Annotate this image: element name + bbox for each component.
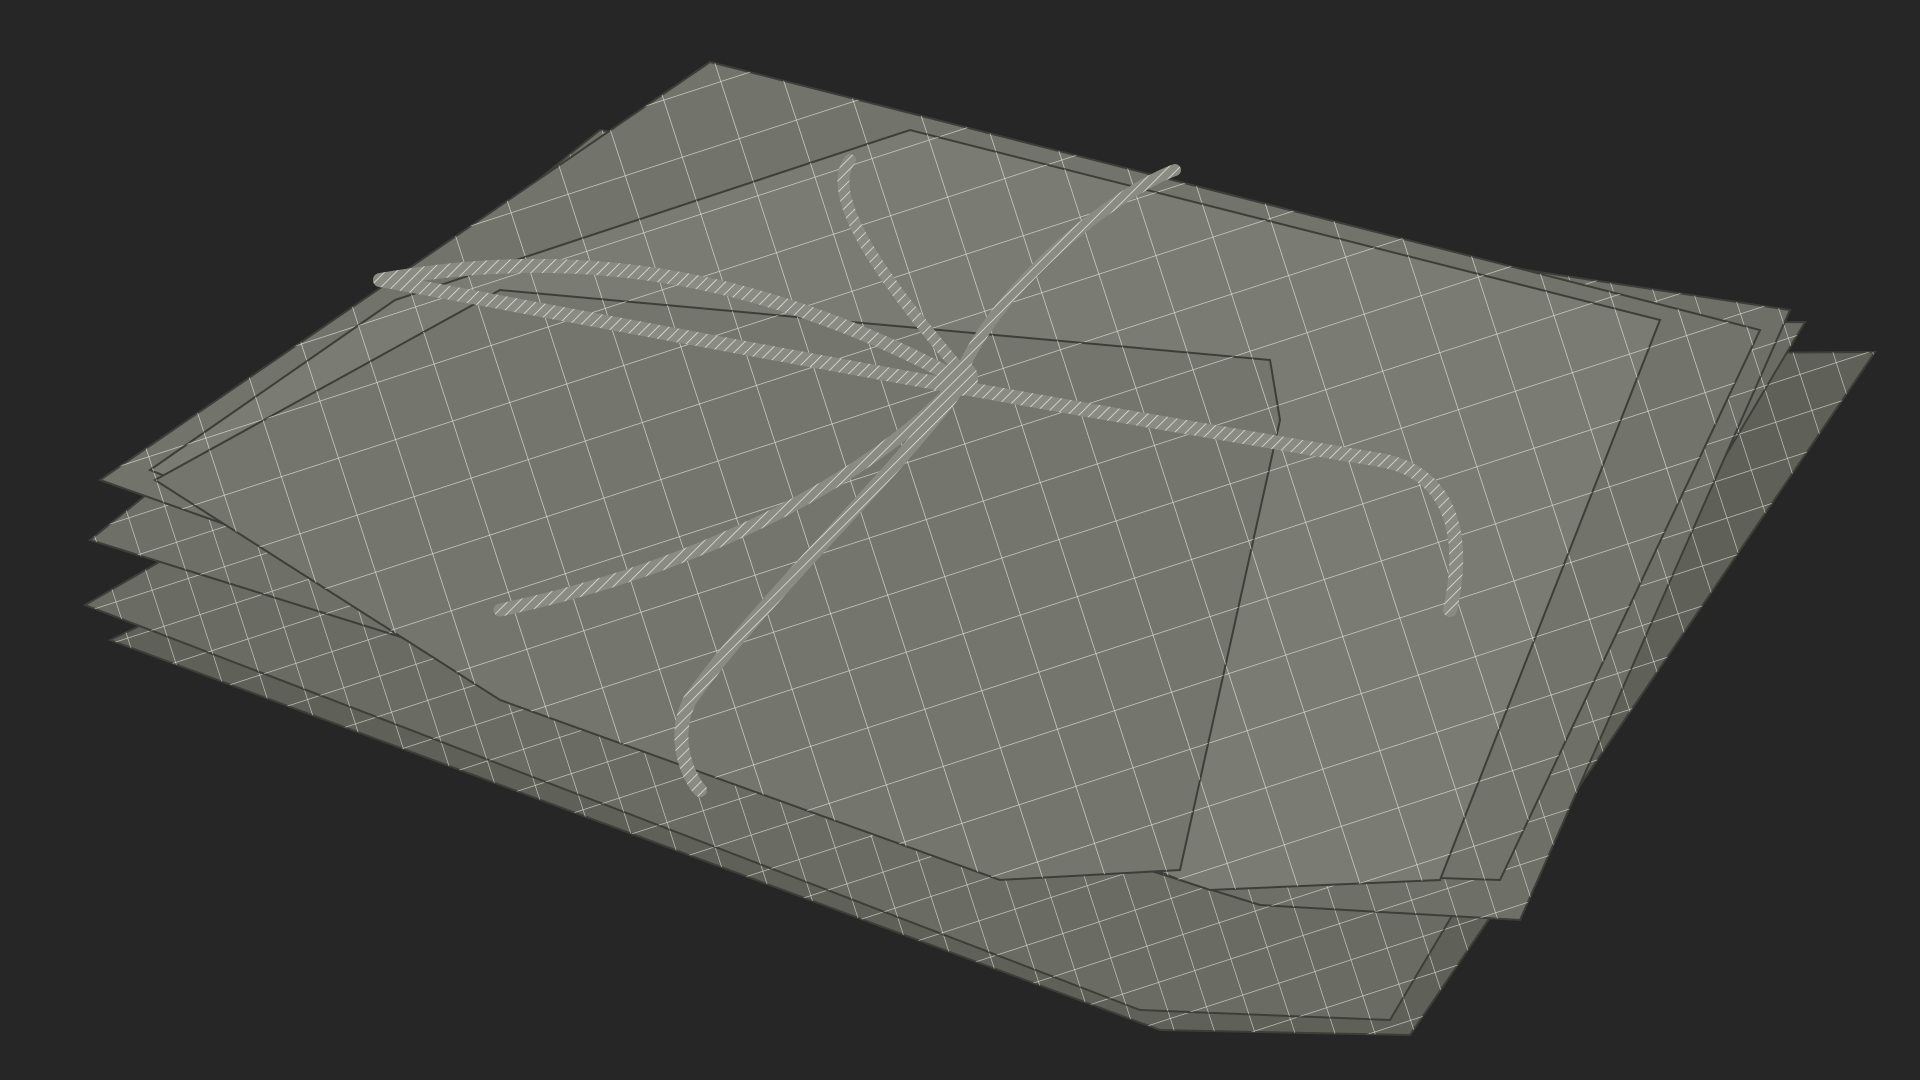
render-viewport: [0, 0, 1920, 1080]
wireframe-scene: [82, 60, 1877, 1037]
